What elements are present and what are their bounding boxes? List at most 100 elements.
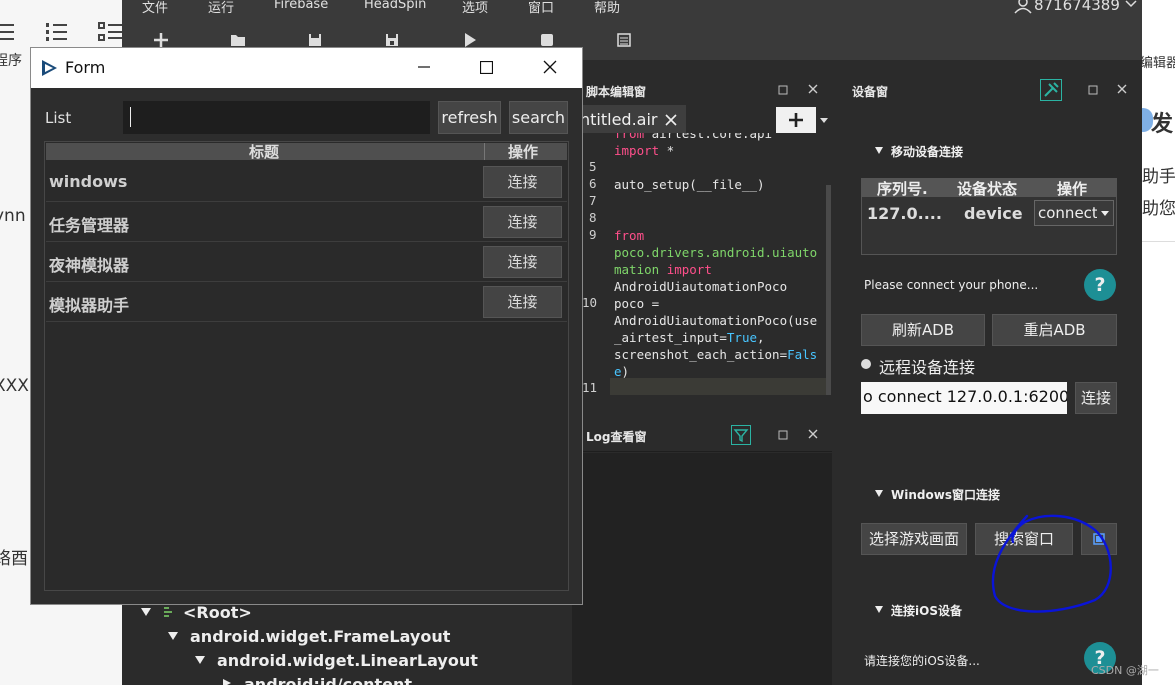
row-connect-button[interactable]: 连接 <box>483 246 562 278</box>
user-icon[interactable] <box>1014 0 1032 15</box>
save-as-icon[interactable] <box>384 32 400 48</box>
code-area[interactable]: from airtest.core.api import * 5 6 auto_… <box>572 133 830 397</box>
radio-icon[interactable] <box>861 359 871 369</box>
connect-hint: Please connect your phone... <box>864 278 1039 292</box>
collapse-arrow-icon[interactable] <box>874 146 884 155</box>
log-content <box>572 453 832 685</box>
line-number: 7 <box>589 193 597 208</box>
maximize-icon[interactable] <box>480 61 493 74</box>
save-icon[interactable] <box>307 32 323 48</box>
search-button[interactable]: search <box>509 101 568 134</box>
close-icon[interactable] <box>1117 84 1127 94</box>
form-title: Form <box>65 58 106 77</box>
select-game-button[interactable]: 选择游戏画面 <box>861 523 967 555</box>
menu-options[interactable]: 选项 <box>462 0 488 16</box>
device-panel-title: 设备窗 <box>852 85 889 99</box>
annotation-circle <box>991 514 1112 613</box>
tools-icon[interactable] <box>1040 79 1062 101</box>
refresh-adb-button[interactable]: 刷新ADB <box>861 314 985 346</box>
connect-dropdown[interactable]: connect <box>1034 200 1114 226</box>
restart-adb-button[interactable]: 重启ADB <box>992 314 1117 346</box>
menu-help[interactable]: 帮助 <box>594 0 620 16</box>
col-status: 设备状态 <box>957 180 1018 198</box>
refresh-button[interactable]: refresh <box>438 101 501 134</box>
code-line: poco = <box>614 296 660 311</box>
collapse-arrow-icon[interactable] <box>874 605 884 614</box>
text-cursor <box>130 107 131 127</box>
code-keyword: from <box>614 133 652 141</box>
bg-text-3: XXX <box>0 376 29 396</box>
tree-node-linearlayout[interactable]: android.widget.LinearLayout <box>217 651 478 670</box>
help-icon[interactable]: ? <box>1084 269 1116 301</box>
remote-address-input[interactable]: o connect 127.0.0.1:62001 <box>861 382 1067 414</box>
collapsed-arrow-icon[interactable] <box>222 678 232 685</box>
stop-icon[interactable] <box>539 32 555 48</box>
row-connect-button[interactable]: 连接 <box>483 286 562 318</box>
checklist-icon <box>98 22 122 42</box>
col-title: 标题 <box>249 143 280 161</box>
column-divider <box>484 143 485 160</box>
close-icon[interactable] <box>543 60 557 74</box>
list-icon <box>0 22 16 42</box>
expand-arrow-icon[interactable] <box>167 631 179 641</box>
menu-firebase[interactable]: Firebase <box>274 0 328 12</box>
new-icon[interactable] <box>153 32 169 48</box>
chevron-down-icon <box>1097 201 1113 225</box>
mobile-section-title: 移动设备连接 <box>891 145 964 159</box>
watermark: CSDN @湖一 <box>1091 664 1159 677</box>
float-icon[interactable] <box>778 85 788 95</box>
app-logo-icon <box>39 58 59 78</box>
filter-icon[interactable] <box>731 425 751 445</box>
close-icon[interactable] <box>808 84 818 94</box>
menu-bar: 文件 运行 Firebase HeadSpin 选项 窗口 帮助 8716743… <box>122 0 1142 20</box>
open-folder-icon[interactable] <box>230 32 246 48</box>
menu-run[interactable]: 运行 <box>208 0 234 16</box>
float-icon[interactable] <box>1088 85 1098 95</box>
report-icon[interactable] <box>616 32 632 48</box>
line-number: 8 <box>589 210 597 225</box>
collapse-arrow-icon[interactable] <box>874 489 884 498</box>
tree-node-framelayout[interactable]: android.widget.FrameLayout <box>190 627 450 646</box>
script-editor-title: 脚本编辑窗 <box>586 85 647 99</box>
editor-scrollbar[interactable] <box>826 185 831 395</box>
remote-connect-button[interactable]: 连接 <box>1075 382 1117 414</box>
menu-headspin[interactable]: HeadSpin <box>364 0 426 12</box>
line-number: 10 <box>582 295 598 310</box>
expand-arrow-icon[interactable] <box>194 655 206 665</box>
menu-file[interactable]: 文件 <box>142 0 168 16</box>
close-icon[interactable] <box>808 429 818 439</box>
line-number: 11 <box>582 380 598 395</box>
numbered-list-icon <box>46 22 68 42</box>
connect-dropdown-value: connect <box>1038 204 1098 222</box>
windows-section-title: Windows窗口连接 <box>891 488 1000 502</box>
row-title: 任务管理器 <box>49 216 130 235</box>
float-icon[interactable] <box>778 430 788 440</box>
row-connect-button[interactable]: 连接 <box>483 166 562 198</box>
new-tab-button[interactable] <box>776 107 816 133</box>
chevron-down-icon[interactable] <box>1125 0 1137 10</box>
line-number: 9 <box>589 227 597 242</box>
code-line: AndroidUiautomationPoco <box>614 279 788 294</box>
menu-window[interactable]: 窗口 <box>528 0 554 16</box>
run-icon[interactable] <box>462 32 478 48</box>
tree-node-content[interactable]: android:id/content <box>244 675 412 685</box>
device-serial[interactable]: 127.0.... <box>867 204 942 223</box>
user-id[interactable]: 871674389 <box>1034 0 1120 14</box>
table-row: 任务管理器 连接 <box>46 202 567 242</box>
bg-right-text-1: 编辑器 <box>1140 56 1175 71</box>
tree-root[interactable]: <Root> <box>183 603 252 622</box>
ios-section-title: 连接iOS设备 <box>891 604 962 618</box>
row-title: 模拟器助手 <box>49 296 130 315</box>
table-row: windows 连接 <box>46 162 567 202</box>
row-connect-button[interactable]: 连接 <box>483 206 562 238</box>
remote-section-title: 远程设备连接 <box>879 358 976 377</box>
list-search-input[interactable] <box>123 101 430 134</box>
bg-text-4: 络酉 <box>0 549 28 569</box>
tab-close-icon[interactable] <box>665 114 677 126</box>
table-row: 模拟器助手 连接 <box>46 282 567 322</box>
line-number: 5 <box>589 159 597 174</box>
col-action: 操作 <box>508 143 539 161</box>
minimize-icon[interactable] <box>418 66 430 68</box>
expand-arrow-icon[interactable] <box>140 607 152 617</box>
tab-dropdown-icon[interactable] <box>819 117 829 125</box>
